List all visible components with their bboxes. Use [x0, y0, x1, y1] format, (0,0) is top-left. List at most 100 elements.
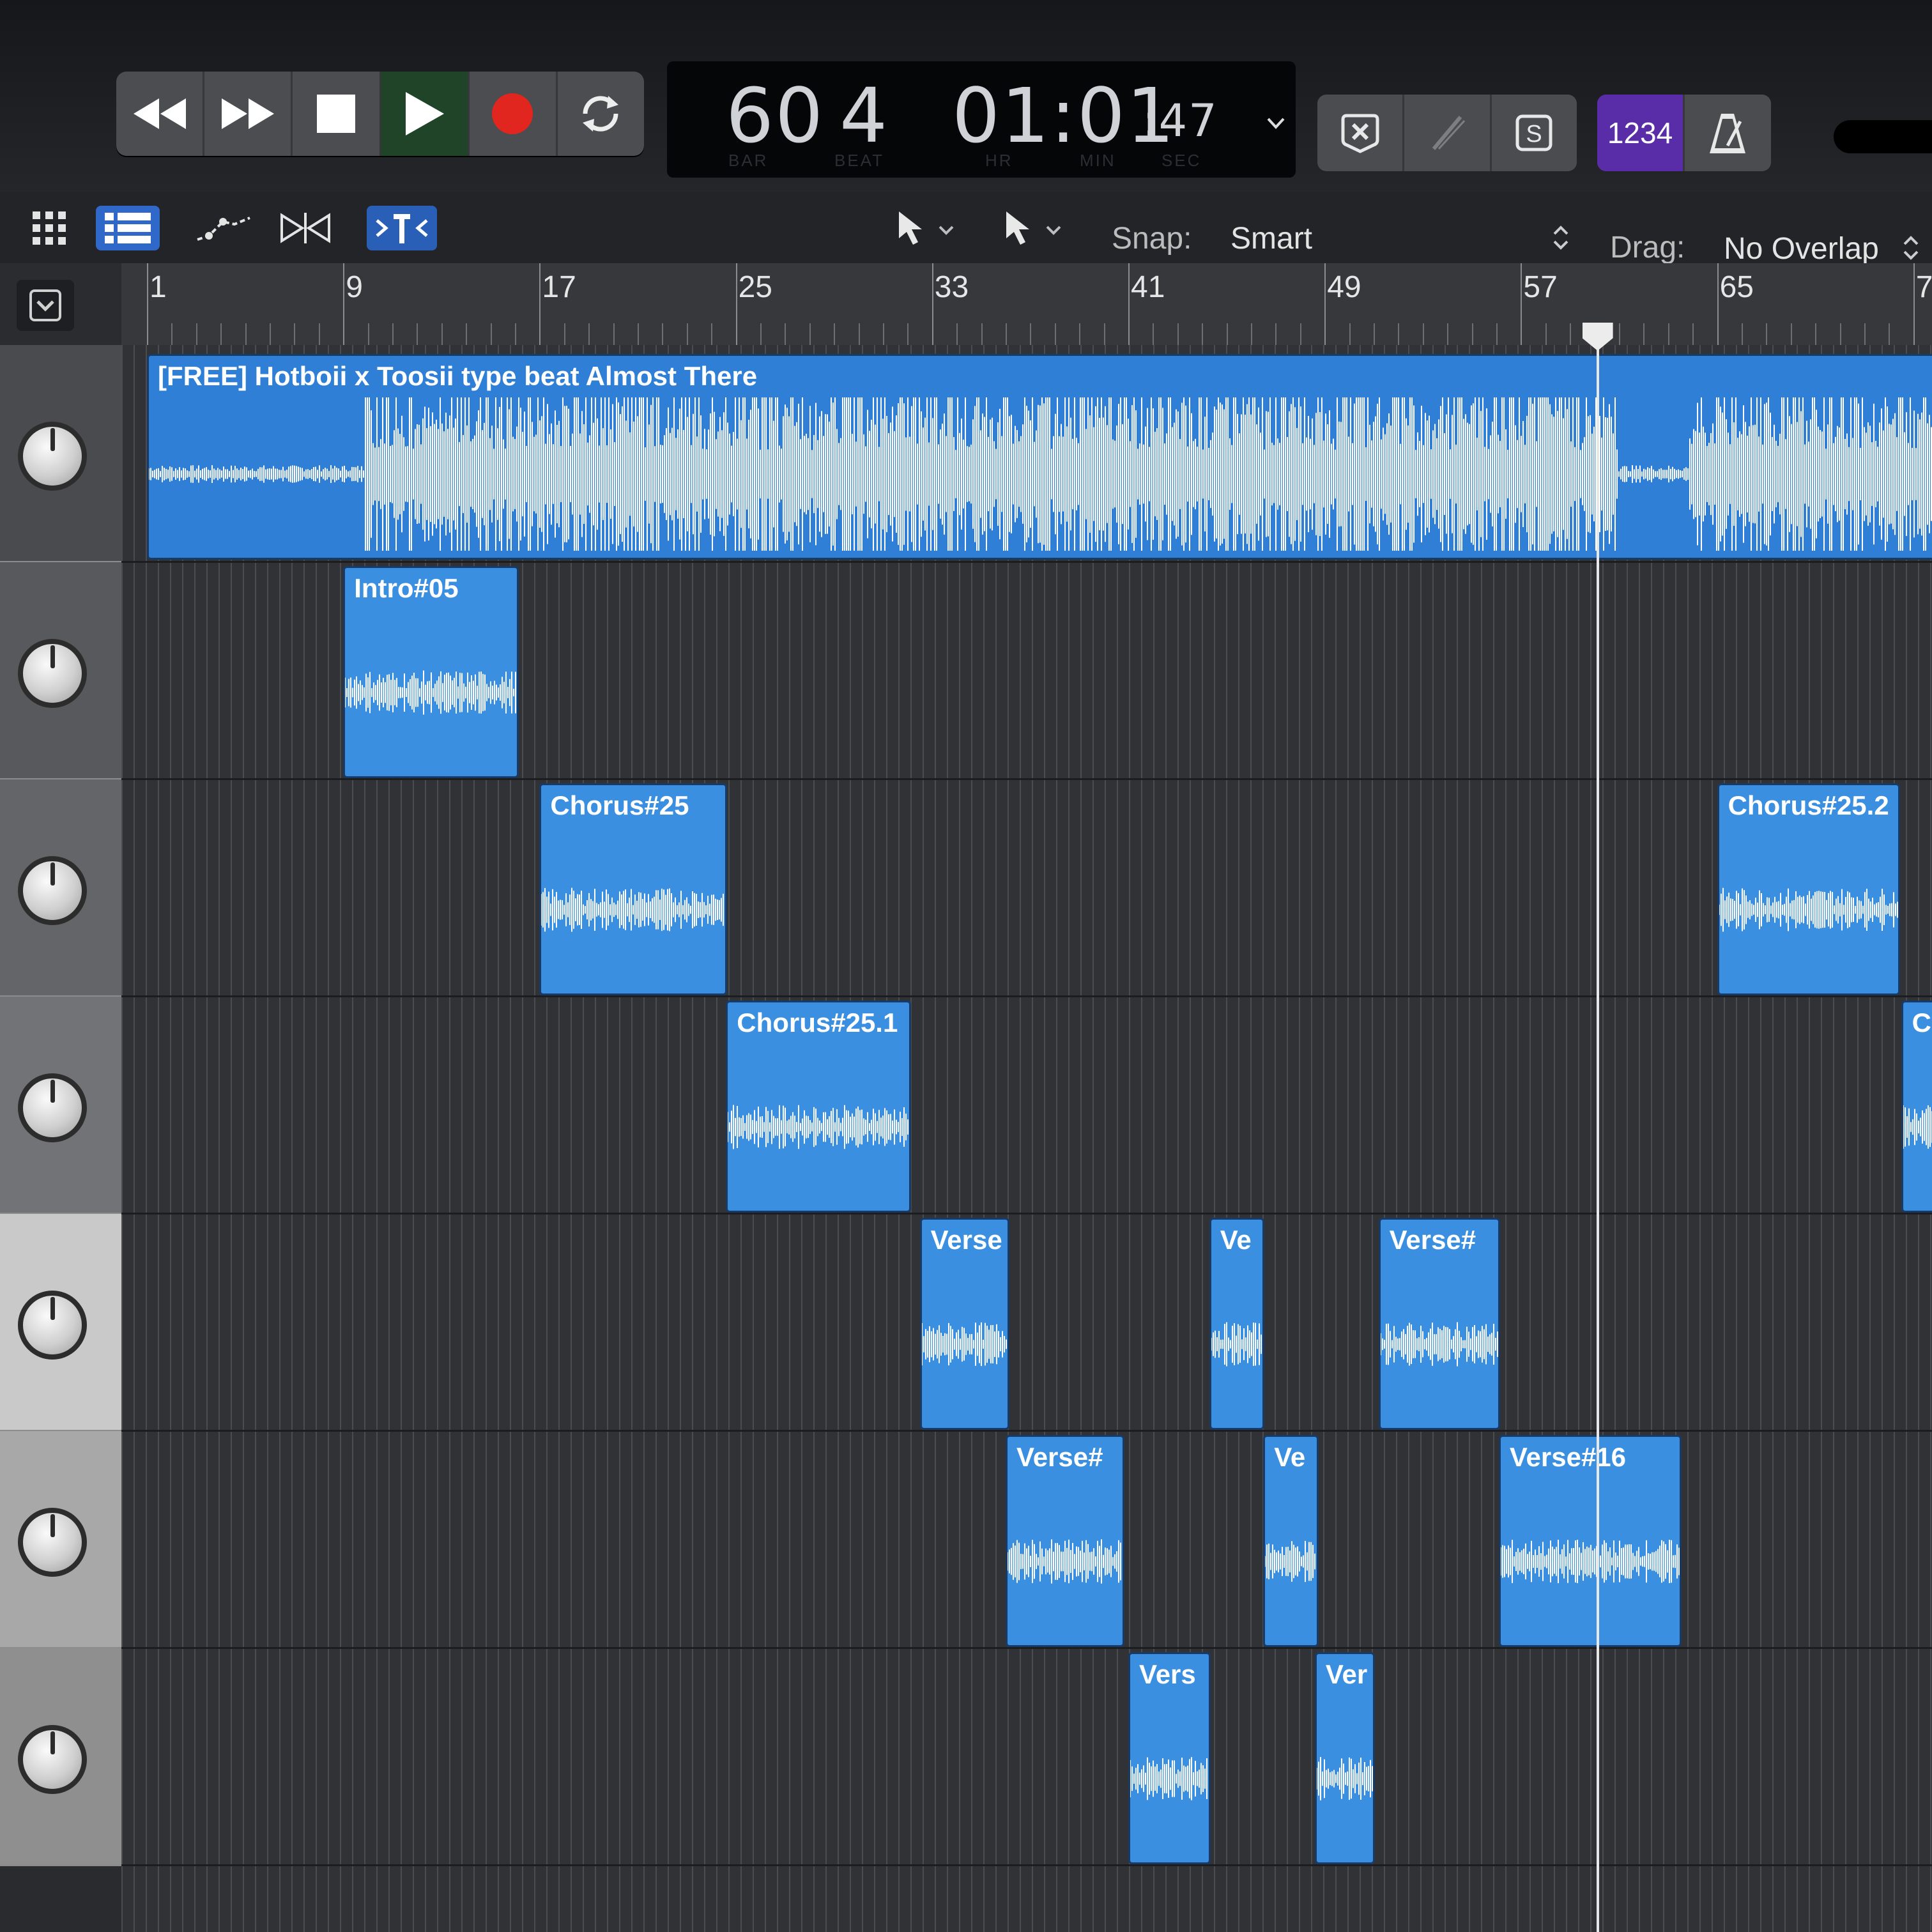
audio-region[interactable]: Verse	[919, 1218, 1009, 1430]
track-header[interactable]	[0, 779, 121, 997]
record-icon	[492, 93, 533, 134]
audio-region[interactable]: Chorus#25.2	[1717, 783, 1900, 995]
ruler-tick	[490, 323, 492, 345]
automation-button[interactable]	[192, 206, 256, 250]
pan-knob[interactable]	[18, 1508, 87, 1577]
track-header[interactable]	[0, 562, 121, 780]
region-name: Ver	[1325, 1659, 1368, 1689]
ruler-tick	[686, 323, 688, 345]
audio-region[interactable]: Verse#	[1378, 1218, 1500, 1430]
audio-region[interactable]: Ve	[1209, 1218, 1265, 1430]
ruler-tick	[1667, 323, 1669, 345]
ruler-bar-number: 1	[150, 270, 167, 304]
left-click-tool-menu[interactable]	[887, 206, 963, 250]
region-name: Verse	[930, 1225, 1002, 1255]
pan-knob[interactable]	[18, 1291, 87, 1360]
waveform	[728, 1105, 909, 1149]
waveform	[541, 887, 724, 932]
ruler-tick	[195, 323, 197, 345]
audio-region[interactable]: Intro#05	[343, 566, 519, 778]
list-view-button[interactable]	[96, 206, 160, 250]
track-header[interactable]	[0, 1431, 121, 1649]
audio-region[interactable]: Chorus#25	[539, 783, 728, 995]
ruler-tick	[417, 323, 418, 345]
waveform-trace	[149, 397, 1932, 551]
pan-knob[interactable]	[18, 1073, 87, 1142]
waveform	[1380, 1322, 1498, 1367]
grid-icon	[33, 211, 66, 245]
tuner-button[interactable]	[1404, 95, 1492, 171]
lane-divider	[121, 1430, 1932, 1432]
cycle-icon	[583, 96, 619, 132]
master-volume-slider[interactable]	[1834, 120, 1932, 153]
lcd-time-frames: :47	[1142, 95, 1218, 147]
record-button[interactable]	[470, 72, 558, 156]
bar-ruler[interactable]: 1 9 17 25 33 41 49 57 65 73	[121, 263, 1932, 345]
ruler-tick	[1374, 323, 1375, 345]
audio-region[interactable]: Chorus#25.1	[726, 1000, 912, 1213]
ruler-tick	[318, 323, 320, 345]
waveform	[345, 670, 517, 715]
region-name: Verse#	[1016, 1442, 1103, 1472]
ruler-bar-number: 17	[542, 270, 576, 304]
track-header[interactable]	[0, 1214, 121, 1432]
waveform	[1316, 1757, 1373, 1800]
waveform	[1211, 1322, 1262, 1367]
waveform-trace	[921, 1322, 1007, 1367]
ruler-tick	[515, 323, 516, 345]
waveform	[921, 1322, 1007, 1367]
stop-button[interactable]	[293, 72, 381, 156]
pan-knob[interactable]	[18, 639, 87, 708]
catch-icon	[376, 214, 428, 243]
waveform-trace	[1380, 1322, 1498, 1367]
waveform-trace	[1130, 1757, 1208, 1800]
ruler-tick	[588, 323, 590, 345]
playhead[interactable]	[1596, 345, 1599, 1932]
ruler-tick	[858, 323, 860, 345]
flex-button[interactable]	[273, 206, 337, 250]
snap-select[interactable]: Smart	[1214, 211, 1575, 261]
ruler-tick	[638, 323, 639, 345]
track-header[interactable]	[0, 345, 121, 563]
cycle-button[interactable]	[558, 72, 644, 156]
ruler-bar-number: 57	[1523, 270, 1558, 304]
waveform	[1719, 887, 1898, 932]
pan-knob[interactable]	[18, 856, 87, 925]
track-header[interactable]	[0, 997, 121, 1215]
pan-knob[interactable]	[18, 1725, 87, 1794]
lcd-display[interactable]: 60 4 01:01 :47 BAR BEAT HR MIN SEC	[667, 61, 1296, 178]
drag-label: Drag:	[1610, 231, 1685, 264]
audio-region[interactable]: [FREE] Hotboii x Toosii type beat Almost…	[147, 354, 1932, 560]
ruler-tick	[539, 263, 541, 345]
ruler-tick	[1839, 323, 1841, 345]
ruler-tick	[1545, 323, 1547, 345]
arrange-area[interactable]: [FREE] Hotboii x Toosii type beat Almost…	[121, 345, 1932, 1932]
svg-text:S: S	[1526, 121, 1542, 148]
global-tracks-button[interactable]	[17, 280, 74, 331]
pan-knob[interactable]	[18, 422, 87, 491]
region-name: Intro#05	[354, 573, 459, 603]
solo-button[interactable]: S	[1492, 95, 1577, 171]
play-button[interactable]	[381, 72, 470, 156]
fast-forward-icon	[221, 98, 274, 129]
catch-playhead-button[interactable]	[367, 206, 437, 250]
fast-forward-button[interactable]	[204, 72, 293, 156]
audio-region[interactable]: Ve	[1263, 1435, 1319, 1647]
ruler-tick	[785, 323, 786, 345]
audio-region[interactable]: Vers	[1128, 1652, 1211, 1864]
audio-region[interactable]: Verse#16	[1498, 1435, 1682, 1647]
rewind-button[interactable]	[116, 72, 205, 156]
lane-divider	[121, 1213, 1932, 1215]
grid-view-button[interactable]	[20, 206, 78, 250]
flex-icon	[280, 213, 330, 243]
audio-region[interactable]: Chorus	[1901, 1000, 1932, 1213]
metronome-button[interactable]	[1685, 95, 1770, 171]
ruler-tick	[711, 323, 713, 345]
replace-button[interactable]	[1317, 95, 1405, 171]
chevron-down-icon[interactable]	[1266, 116, 1285, 130]
count-in-button[interactable]: 1234	[1597, 95, 1685, 171]
track-header[interactable]	[0, 1648, 121, 1866]
command-click-tool-menu[interactable]	[994, 206, 1071, 250]
audio-region[interactable]: Ver	[1314, 1652, 1376, 1864]
audio-region[interactable]: Verse#	[1006, 1435, 1125, 1647]
